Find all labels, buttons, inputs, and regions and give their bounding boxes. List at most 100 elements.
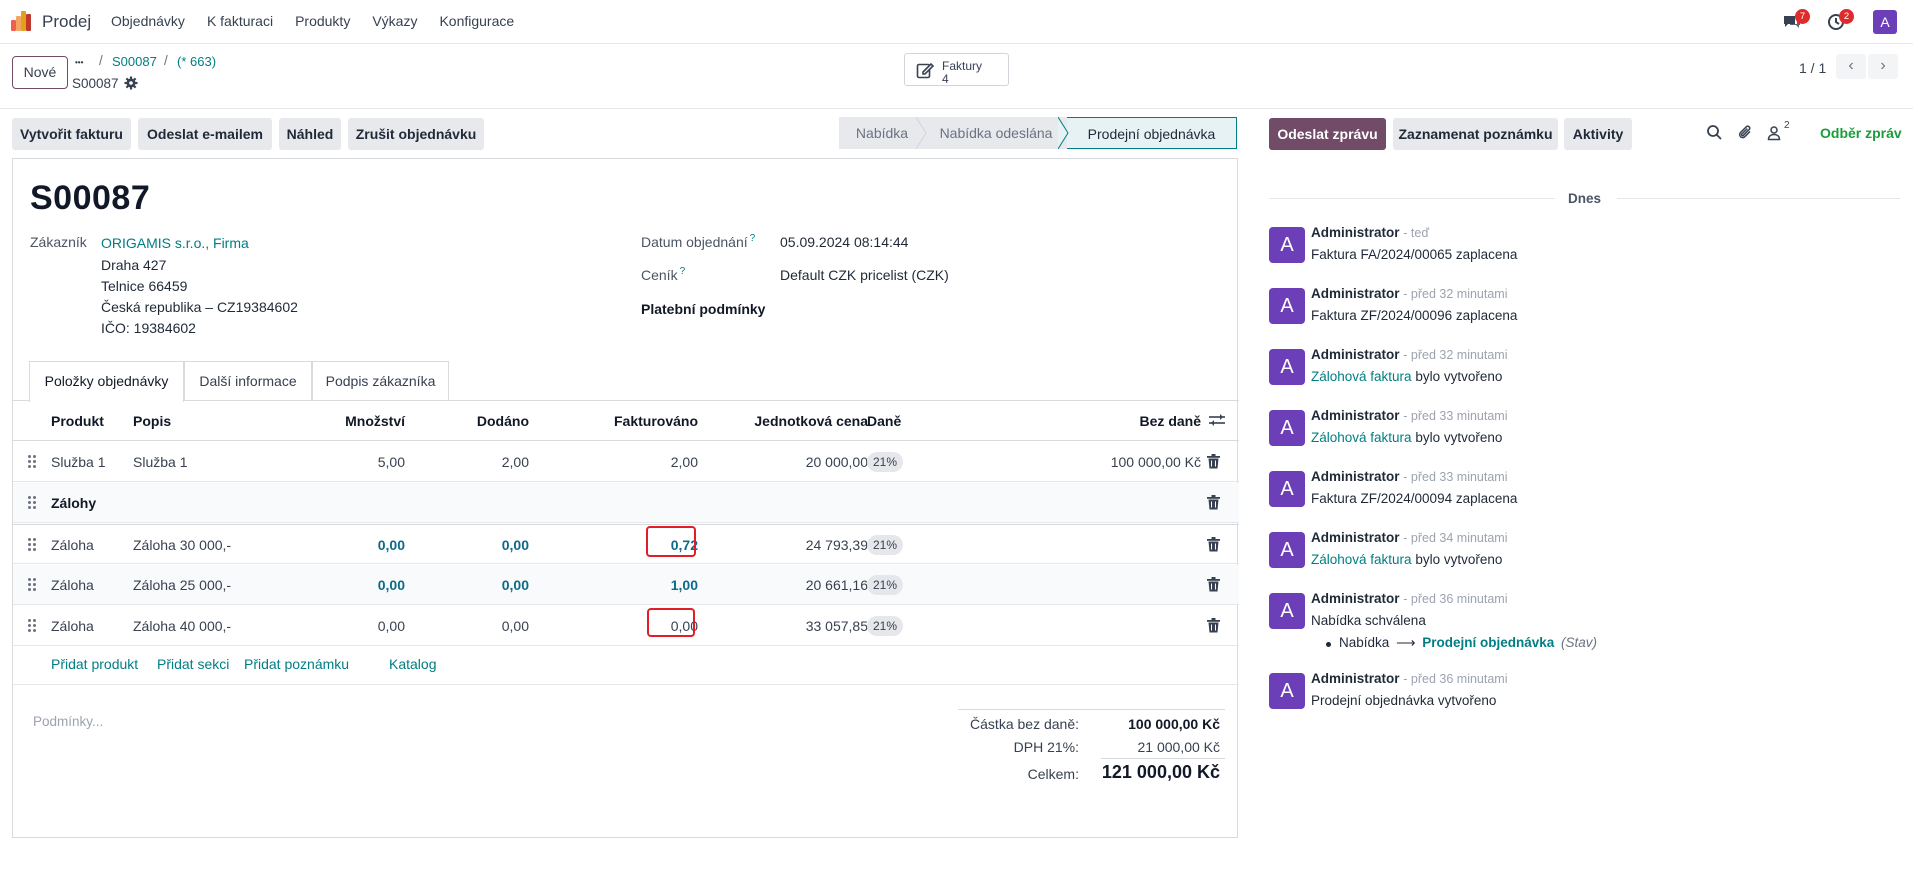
trash-icon[interactable]: [1207, 618, 1220, 633]
author-avatar[interactable]: A: [1269, 532, 1305, 568]
tax-badge[interactable]: 21%: [867, 452, 904, 472]
line-description[interactable]: Služba 1: [133, 454, 187, 470]
terms-input[interactable]: Podmínky...: [33, 714, 103, 729]
activities-button[interactable]: Aktivity: [1564, 118, 1632, 150]
status-quotation[interactable]: Nabídka: [839, 117, 925, 149]
breadcrumb-link-order[interactable]: S00087: [112, 54, 157, 69]
col-quantity[interactable]: Množství: [345, 413, 405, 429]
preview-button[interactable]: Náhled: [279, 118, 341, 150]
message-author[interactable]: Administrator: [1311, 469, 1400, 484]
line-delivered[interactable]: 2,00: [502, 454, 529, 470]
author-avatar[interactable]: A: [1269, 227, 1305, 263]
drag-handle-icon[interactable]: [28, 455, 36, 469]
search-icon[interactable]: [1706, 124, 1723, 141]
log-note-button[interactable]: Zaznamenat poznámku: [1393, 118, 1558, 150]
follow-button[interactable]: Odběr zpráv: [1820, 125, 1902, 141]
activities-clock-icon[interactable]: 2: [1826, 9, 1854, 32]
pricelist-value[interactable]: Default CZK pricelist (CZK): [780, 267, 949, 283]
line-unit-price[interactable]: 33 057,85: [806, 618, 868, 634]
author-avatar[interactable]: A: [1269, 673, 1305, 709]
author-avatar[interactable]: A: [1269, 288, 1305, 324]
send-message-button[interactable]: Odeslat zprávu: [1269, 118, 1386, 150]
line-quantity[interactable]: 0,00: [378, 577, 405, 593]
paperclip-icon[interactable]: [1737, 124, 1754, 141]
line-product[interactable]: Služba 1: [51, 454, 105, 470]
add-section-link[interactable]: Přidat sekci: [157, 656, 229, 672]
author-avatar[interactable]: A: [1269, 349, 1305, 385]
invoices-smart-button[interactable]: Faktury 4: [904, 53, 1009, 86]
send-email-button[interactable]: Odeslat e-mailem: [138, 118, 272, 150]
message-author[interactable]: Administrator: [1311, 225, 1400, 240]
col-taxes[interactable]: Daně: [867, 413, 901, 429]
section-row[interactable]: Zálohy: [13, 483, 1239, 523]
followers-icon[interactable]: [1767, 124, 1784, 141]
table-row[interactable]: Služba 1 Služba 1 5,00 2,00 2,00 20 000,…: [13, 442, 1239, 482]
message-link[interactable]: Zálohová faktura: [1311, 552, 1412, 567]
message-author[interactable]: Administrator: [1311, 286, 1400, 301]
trash-icon[interactable]: [1207, 537, 1220, 552]
drag-handle-icon[interactable]: [28, 538, 36, 552]
drag-handle-icon[interactable]: [28, 619, 36, 633]
tax-badge[interactable]: 21%: [867, 575, 904, 595]
author-avatar[interactable]: A: [1269, 471, 1305, 507]
menu-products[interactable]: Produkty: [295, 13, 350, 29]
line-quantity[interactable]: 5,00: [378, 454, 405, 470]
line-unit-price[interactable]: 24 793,39: [806, 537, 868, 553]
create-invoice-button[interactable]: Vytvořit fakturu: [12, 118, 131, 150]
messages-icon[interactable]: 7: [1782, 9, 1810, 32]
help-icon[interactable]: ?: [680, 266, 686, 277]
help-icon[interactable]: ?: [750, 233, 756, 244]
drag-handle-icon[interactable]: [28, 496, 36, 510]
col-subtotal[interactable]: Bez daně: [1140, 413, 1201, 429]
menu-configuration[interactable]: Konfigurace: [439, 13, 514, 29]
message-author[interactable]: Administrator: [1311, 671, 1400, 686]
line-product[interactable]: Záloha: [51, 618, 94, 634]
author-avatar[interactable]: A: [1269, 593, 1305, 629]
catalog-link[interactable]: Katalog: [389, 656, 436, 672]
line-invoiced[interactable]: 2,00: [671, 454, 698, 470]
table-row[interactable]: Záloha Záloha 40 000,- 0,00 0,00 0,00 33…: [13, 606, 1239, 646]
status-quotation-sent[interactable]: Nabídka odeslána: [925, 117, 1067, 149]
menu-to-invoice[interactable]: K fakturaci: [207, 13, 273, 29]
col-delivered[interactable]: Dodáno: [477, 413, 529, 429]
tab-customer-signature[interactable]: Podpis zákazníka: [312, 361, 449, 401]
line-unit-price[interactable]: 20 000,00: [806, 454, 868, 470]
gear-icon[interactable]: [124, 76, 138, 90]
line-unit-price[interactable]: 20 661,16: [806, 577, 868, 593]
customer-link[interactable]: ORIGAMIS s.r.o., Firma: [101, 235, 249, 251]
breadcrumb-more-icon[interactable]: •••: [75, 58, 83, 67]
col-product[interactable]: Produkt: [51, 413, 104, 429]
table-row[interactable]: Záloha Záloha 30 000,- 0,00 0,00 0,72 24…: [13, 524, 1239, 564]
tax-badge[interactable]: 21%: [867, 616, 904, 636]
section-name[interactable]: Zálohy: [51, 495, 96, 511]
add-note-link[interactable]: Přidat poznámku: [244, 656, 349, 672]
menu-reporting[interactable]: Výkazy: [372, 13, 417, 29]
cancel-order-button[interactable]: Zrušit objednávku: [348, 118, 484, 150]
col-description[interactable]: Popis: [133, 413, 171, 429]
pager-previous-icon[interactable]: ‹: [1836, 54, 1866, 79]
line-quantity[interactable]: 0,00: [378, 618, 405, 634]
optional-columns-toggle-icon[interactable]: [1209, 413, 1225, 430]
line-delivered[interactable]: 0,00: [502, 618, 529, 634]
line-description[interactable]: Záloha 25 000,-: [133, 577, 231, 593]
line-delivered[interactable]: 0,00: [502, 537, 529, 553]
message-author[interactable]: Administrator: [1311, 530, 1400, 545]
line-description[interactable]: Záloha 40 000,-: [133, 618, 231, 634]
table-row[interactable]: Záloha Záloha 25 000,- 0,00 0,00 1,00 20…: [13, 565, 1239, 605]
user-avatar[interactable]: A: [1873, 10, 1897, 34]
message-link[interactable]: Zálohová faktura: [1311, 369, 1412, 384]
tab-order-lines[interactable]: Položky objednávky: [29, 361, 184, 402]
menu-orders[interactable]: Objednávky: [111, 13, 185, 29]
line-product[interactable]: Záloha: [51, 577, 94, 593]
sales-app-icon[interactable]: [11, 11, 33, 31]
add-product-link[interactable]: Přidat produkt: [51, 656, 138, 672]
new-button[interactable]: Nové: [12, 56, 68, 89]
status-sales-order[interactable]: Prodejní objednávka: [1067, 117, 1237, 149]
drag-handle-icon[interactable]: [28, 578, 36, 592]
line-description[interactable]: Záloha 30 000,-: [133, 537, 231, 553]
author-avatar[interactable]: A: [1269, 410, 1305, 446]
col-invoiced[interactable]: Fakturováno: [614, 413, 698, 429]
message-author[interactable]: Administrator: [1311, 591, 1400, 606]
trash-icon[interactable]: [1207, 577, 1220, 592]
breadcrumb-link-record[interactable]: (* 663): [177, 54, 216, 69]
